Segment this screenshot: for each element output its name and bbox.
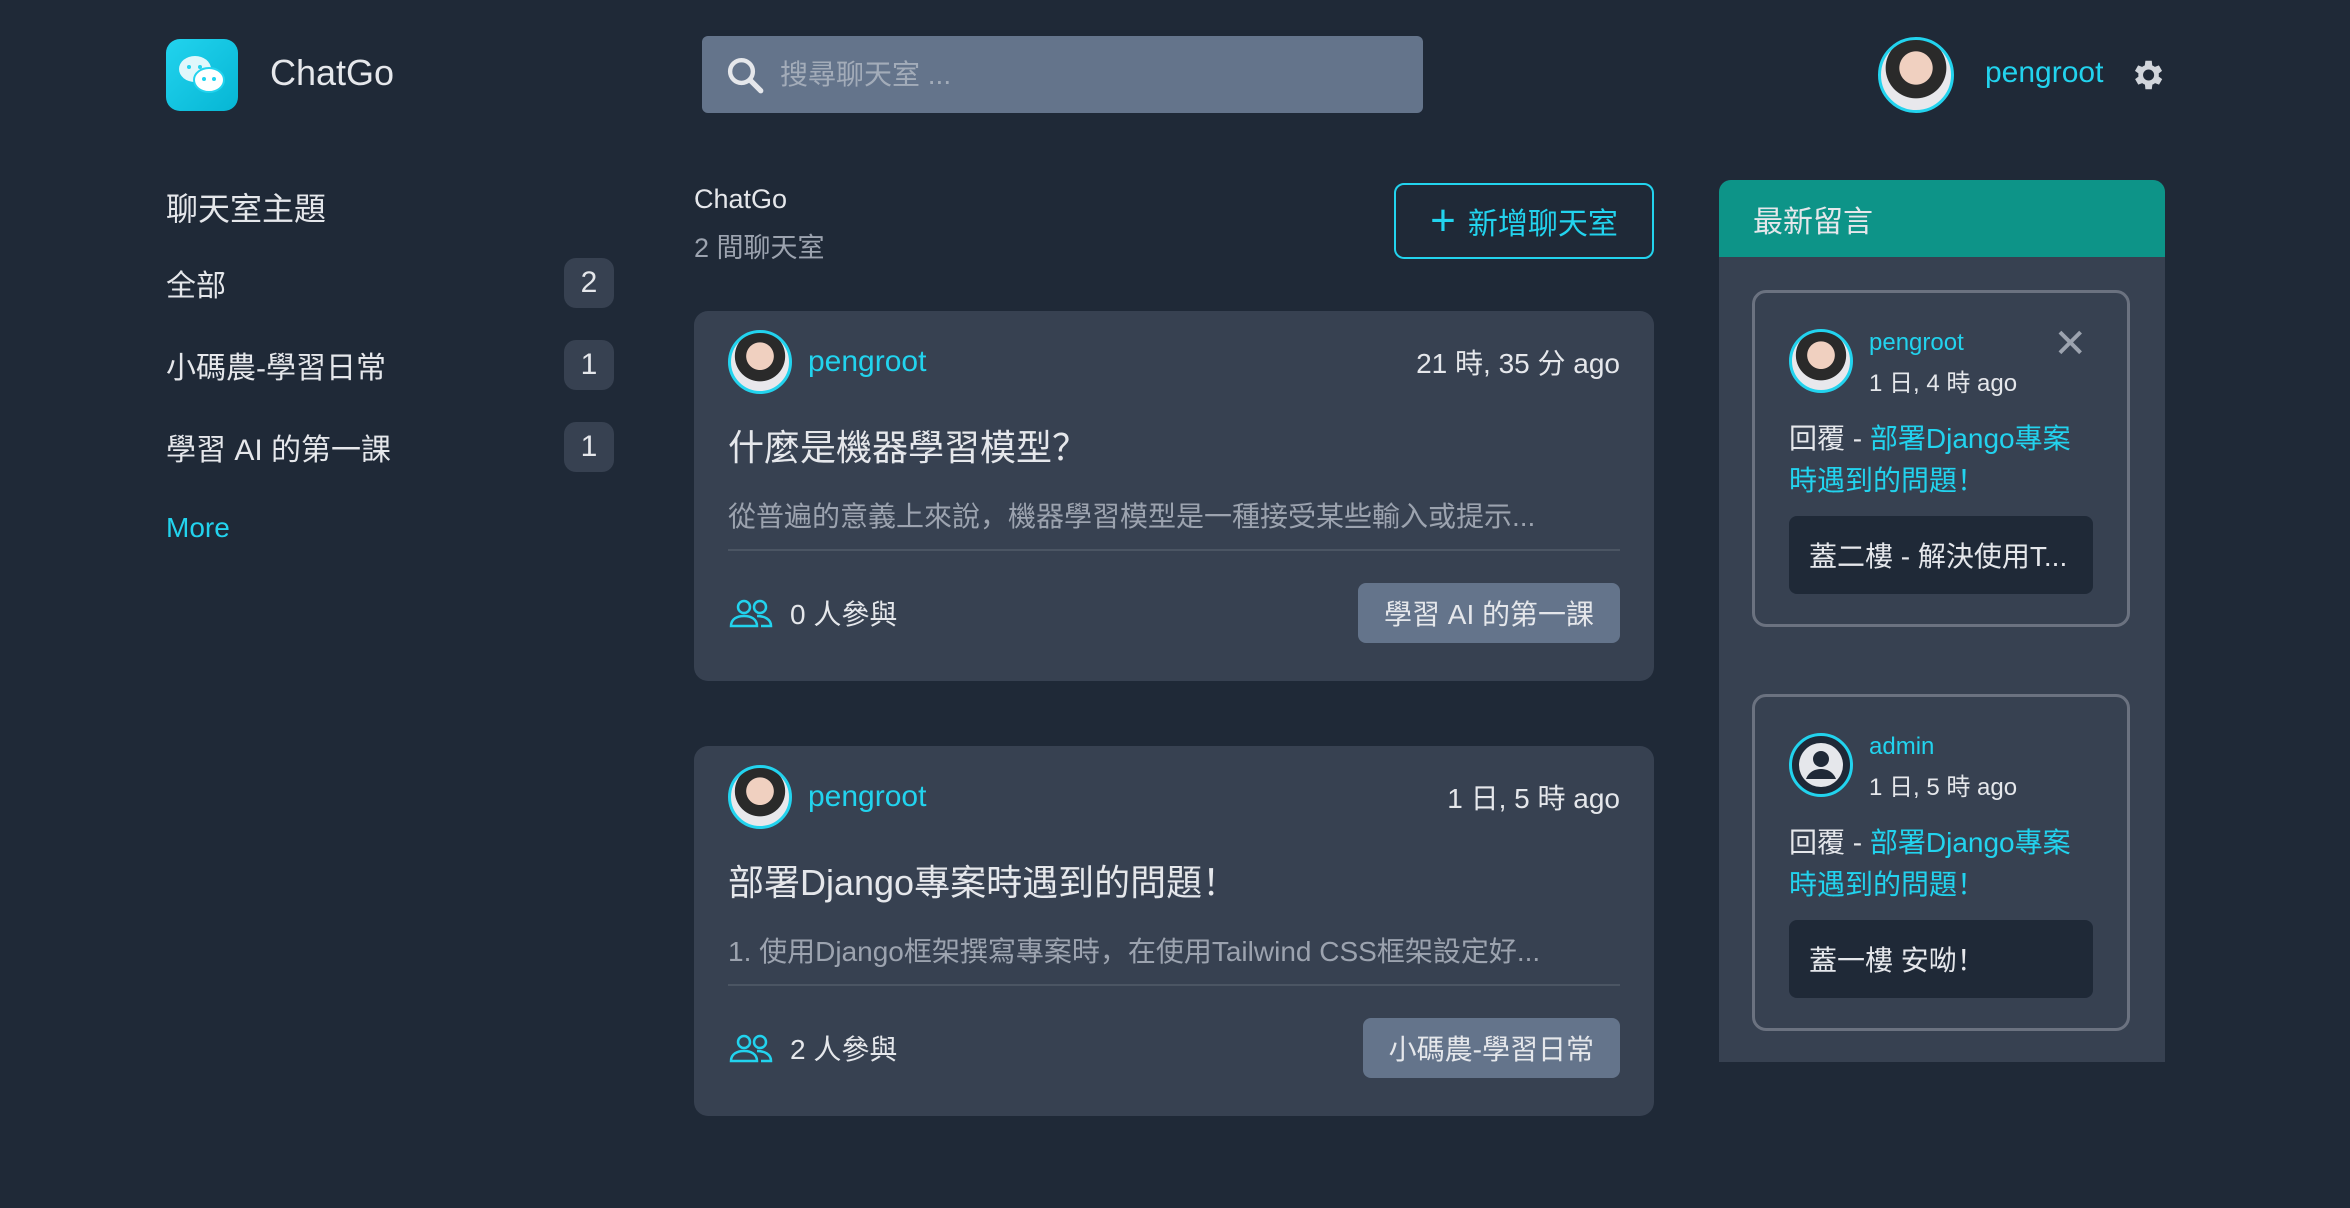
sidebar-item-topic[interactable]: 學習 AI 的第一課 1 <box>166 422 614 472</box>
search-icon <box>727 57 764 93</box>
sidebar-item-all[interactable]: 全部 2 <box>166 258 614 308</box>
count-badge: 2 <box>564 258 614 308</box>
search-input[interactable] <box>780 58 1380 91</box>
host-name: pengroot <box>808 780 927 813</box>
room-card[interactable]: pengroot 21 時, 35 分 ago 什麼是機器學習模型？ 從普遍的意義… <box>694 311 1654 681</box>
more-link[interactable]: More <box>166 512 230 544</box>
avatar <box>728 330 792 394</box>
default-avatar-icon[interactable] <box>1789 733 1853 797</box>
room-time: 1 日, 5 時 ago <box>1447 783 1620 814</box>
sidebar-title: 聊天室主題 <box>166 191 327 227</box>
activity-message: 蓋二樓 - 解決使用T... <box>1789 516 2093 594</box>
room-card[interactable]: pengroot 1 日, 5 時 ago 部署Django專案時遇到的問題！ 1… <box>694 746 1654 1116</box>
room-count: 2 間聊天室 <box>694 233 825 263</box>
room-host[interactable]: pengroot <box>728 765 926 829</box>
room-description: 1. 使用Django框架撰寫專案時，在使用Tailwind CSS框架設定好.… <box>728 930 1620 986</box>
brand-name[interactable]: ChatGo <box>270 52 394 94</box>
header-username[interactable]: pengroot <box>1985 56 2103 90</box>
activity-time: 1 日, 4 時 ago <box>1869 370 2018 397</box>
close-icon[interactable]: ✕ <box>2053 324 2087 364</box>
settings-gear-icon[interactable] <box>2128 56 2166 99</box>
activity-message: 蓋一樓 安呦！ <box>1789 920 2093 998</box>
room-time: 21 時, 35 分 ago <box>1416 348 1620 379</box>
participant-count: 2 人參與 <box>790 1034 898 1065</box>
search-bar[interactable] <box>702 36 1423 113</box>
participant-count: 0 人參與 <box>790 599 898 630</box>
sidebar-item-label: 全部 <box>166 270 226 303</box>
user-avatar[interactable] <box>1878 37 1954 113</box>
plus-icon: + <box>1430 196 1456 245</box>
room-title[interactable]: 部署Django專案時遇到的問題！ <box>728 854 1620 906</box>
participants: 0 人參與 <box>728 593 897 633</box>
activity-item: pengroot 1 日, 4 時 ago ✕ 回覆 - 部署Django專案時遇到… <box>1752 290 2130 627</box>
avatar[interactable] <box>1789 329 1853 393</box>
room-description: 從普遍的意義上來說，機器學習模型是一種接受某些輸入或提示... <box>728 495 1620 551</box>
panel-title: 最新留言 <box>1719 180 2165 257</box>
room-title[interactable]: 什麼是機器學習模型？ <box>728 419 1620 471</box>
users-icon <box>729 599 773 628</box>
count-badge: 1 <box>564 422 614 472</box>
new-room-button[interactable]: + 新增聊天室 <box>1394 183 1654 259</box>
reply-prefix: 回覆 - <box>1789 827 1870 858</box>
sidebar-item-topic[interactable]: 小碼農-學習日常 1 <box>166 340 614 390</box>
new-room-label: 新增聊天室 <box>1467 208 1618 241</box>
activity-time: 1 日, 5 時 ago <box>1869 774 2018 801</box>
reply-prefix: 回覆 - <box>1789 423 1870 454</box>
count-badge: 1 <box>564 340 614 390</box>
activity-item: admin 1 日, 5 時 ago 回覆 - 部署Django專案時遇到的問題！… <box>1752 694 2130 1031</box>
avatar <box>728 765 792 829</box>
activity-user[interactable]: admin <box>1869 733 2017 761</box>
host-name: pengroot <box>808 345 927 378</box>
users-icon <box>729 1034 773 1063</box>
room-host[interactable]: pengroot <box>728 330 926 394</box>
logo-icon[interactable] <box>166 39 238 111</box>
topic-tag[interactable]: 小碼農-學習日常 <box>1362 1018 1620 1078</box>
activity-user[interactable]: pengroot <box>1869 329 2017 357</box>
topic-tag[interactable]: 學習 AI 的第一課 <box>1357 583 1620 643</box>
sidebar-item-label: 小碼農-學習日常 <box>166 352 386 385</box>
participants: 2 人參與 <box>728 1028 897 1068</box>
sidebar-item-label: 學習 AI 的第一課 <box>166 434 392 467</box>
page-title: ChatGo <box>694 184 788 214</box>
recent-activity-panel: 最新留言 pengroot 1 日, 4 時 ago ✕ 回覆 - 部署Django… <box>1719 180 2165 1062</box>
